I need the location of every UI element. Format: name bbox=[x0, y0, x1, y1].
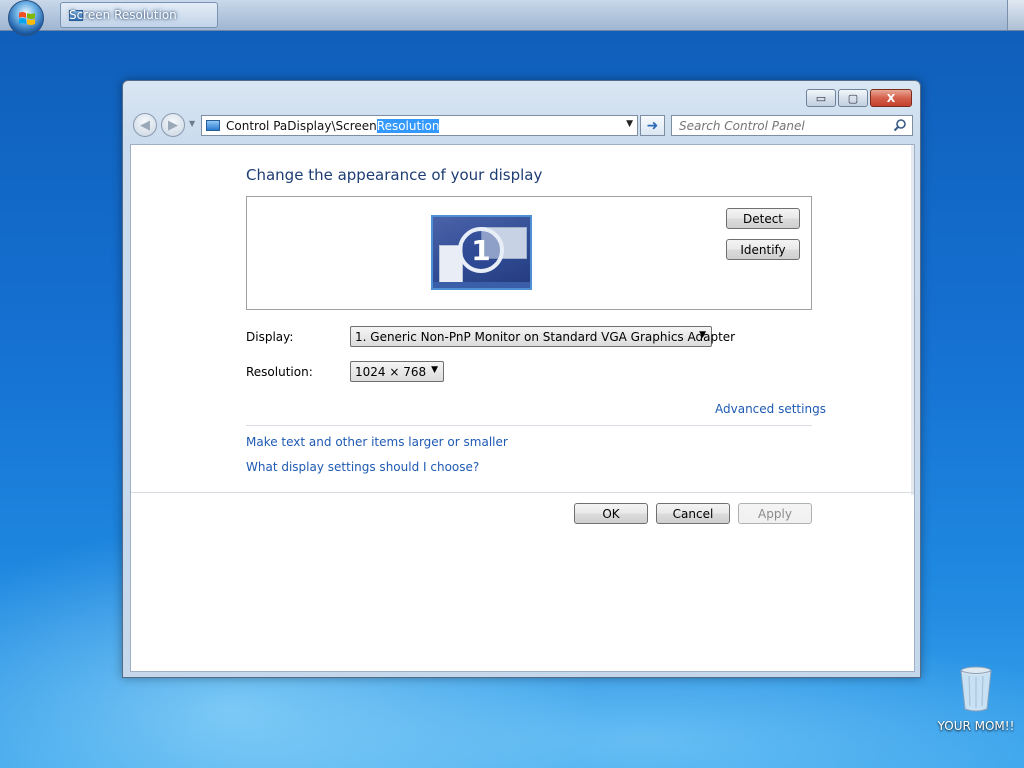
screen-resolution-window: ▭ ▢ X ◀ ▶ ▼ Control PaDisplay\ScreenReso… bbox=[122, 80, 921, 678]
go-arrow-icon: ➜ bbox=[646, 117, 659, 134]
address-path: Control PaDisplay\ScreenResolution bbox=[226, 118, 440, 133]
chevron-down-icon: ▼ bbox=[431, 365, 438, 375]
maximize-button[interactable]: ▢ bbox=[838, 89, 868, 107]
address-dropdown-icon[interactable]: ▼ bbox=[626, 119, 633, 129]
display-select-value: 1. Generic Non-PnP Monitor on Standard V… bbox=[355, 329, 736, 344]
search-icon[interactable] bbox=[893, 118, 907, 132]
window-controls: ▭ ▢ X bbox=[806, 89, 912, 107]
search-input[interactable] bbox=[679, 118, 879, 133]
recent-pages-dropdown-icon[interactable]: ▼ bbox=[189, 119, 195, 128]
monitor-number-badge: 1 bbox=[458, 227, 504, 273]
resolution-select-value: 1024 × 768 bbox=[355, 364, 427, 379]
content-pane: Change the appearance of your display 1 … bbox=[130, 144, 915, 672]
back-button[interactable]: ◀ bbox=[133, 113, 157, 137]
address-bar[interactable]: Control PaDisplay\ScreenResolution ▼ bbox=[201, 115, 638, 136]
forward-arrow-icon: ▶ bbox=[168, 117, 178, 133]
search-box[interactable] bbox=[671, 115, 913, 136]
ok-button[interactable]: OK bbox=[574, 503, 648, 524]
show-desktop-button[interactable] bbox=[1007, 0, 1024, 30]
identify-button[interactable]: Identify bbox=[726, 239, 800, 260]
display-label: Display: bbox=[246, 330, 294, 344]
display-preview-area: 1 Detect Identify bbox=[246, 196, 812, 310]
close-icon: X bbox=[886, 91, 896, 105]
divider bbox=[246, 425, 812, 426]
display-select[interactable]: 1. Generic Non-PnP Monitor on Standard V… bbox=[350, 326, 735, 347]
thumbnail-taskbar bbox=[433, 282, 530, 288]
apply-button[interactable]: Apply bbox=[738, 503, 812, 524]
display-settings-icon bbox=[206, 120, 220, 131]
recycle-bin-shortcut[interactable]: YOUR MOM!! bbox=[936, 666, 1016, 733]
recycle-bin-icon bbox=[960, 666, 992, 712]
advanced-settings-link[interactable]: Advanced settings bbox=[715, 402, 826, 416]
address-path-selected: Resolution bbox=[376, 118, 440, 133]
taskbar-item-label: Screen Resolution bbox=[69, 8, 177, 22]
chevron-down-icon: ▼ bbox=[699, 330, 706, 340]
windows-logo-icon bbox=[19, 12, 35, 25]
resolution-select[interactable]: 1024 × 768 ▼ bbox=[350, 361, 444, 382]
address-path-prefix: Control PaDisplay\Screen bbox=[226, 118, 377, 133]
cancel-button[interactable]: Cancel bbox=[656, 503, 730, 524]
detect-button[interactable]: Detect bbox=[726, 208, 800, 229]
close-button[interactable]: X bbox=[870, 89, 912, 107]
page-title: Change the appearance of your display bbox=[246, 166, 543, 184]
taskbar: Screen Resolution bbox=[0, 0, 1024, 36]
scrollbar[interactable] bbox=[911, 145, 914, 495]
monitor-1-thumbnail[interactable]: 1 bbox=[431, 215, 532, 290]
minimize-icon: ▭ bbox=[815, 91, 827, 105]
back-arrow-icon: ◀ bbox=[140, 117, 150, 133]
divider bbox=[131, 492, 914, 493]
display-help-link[interactable]: What display settings should I choose? bbox=[246, 460, 479, 474]
maximize-icon: ▢ bbox=[847, 91, 859, 105]
recycle-bin-label: YOUR MOM!! bbox=[937, 719, 1015, 733]
start-button[interactable] bbox=[8, 0, 44, 36]
minimize-button[interactable]: ▭ bbox=[806, 89, 836, 107]
text-size-link[interactable]: Make text and other items larger or smal… bbox=[246, 435, 508, 449]
go-button[interactable]: ➜ bbox=[640, 115, 665, 136]
taskbar-item-screen-resolution[interactable]: Screen Resolution bbox=[60, 2, 218, 28]
resolution-label: Resolution: bbox=[246, 365, 313, 379]
forward-button[interactable]: ▶ bbox=[161, 113, 185, 137]
